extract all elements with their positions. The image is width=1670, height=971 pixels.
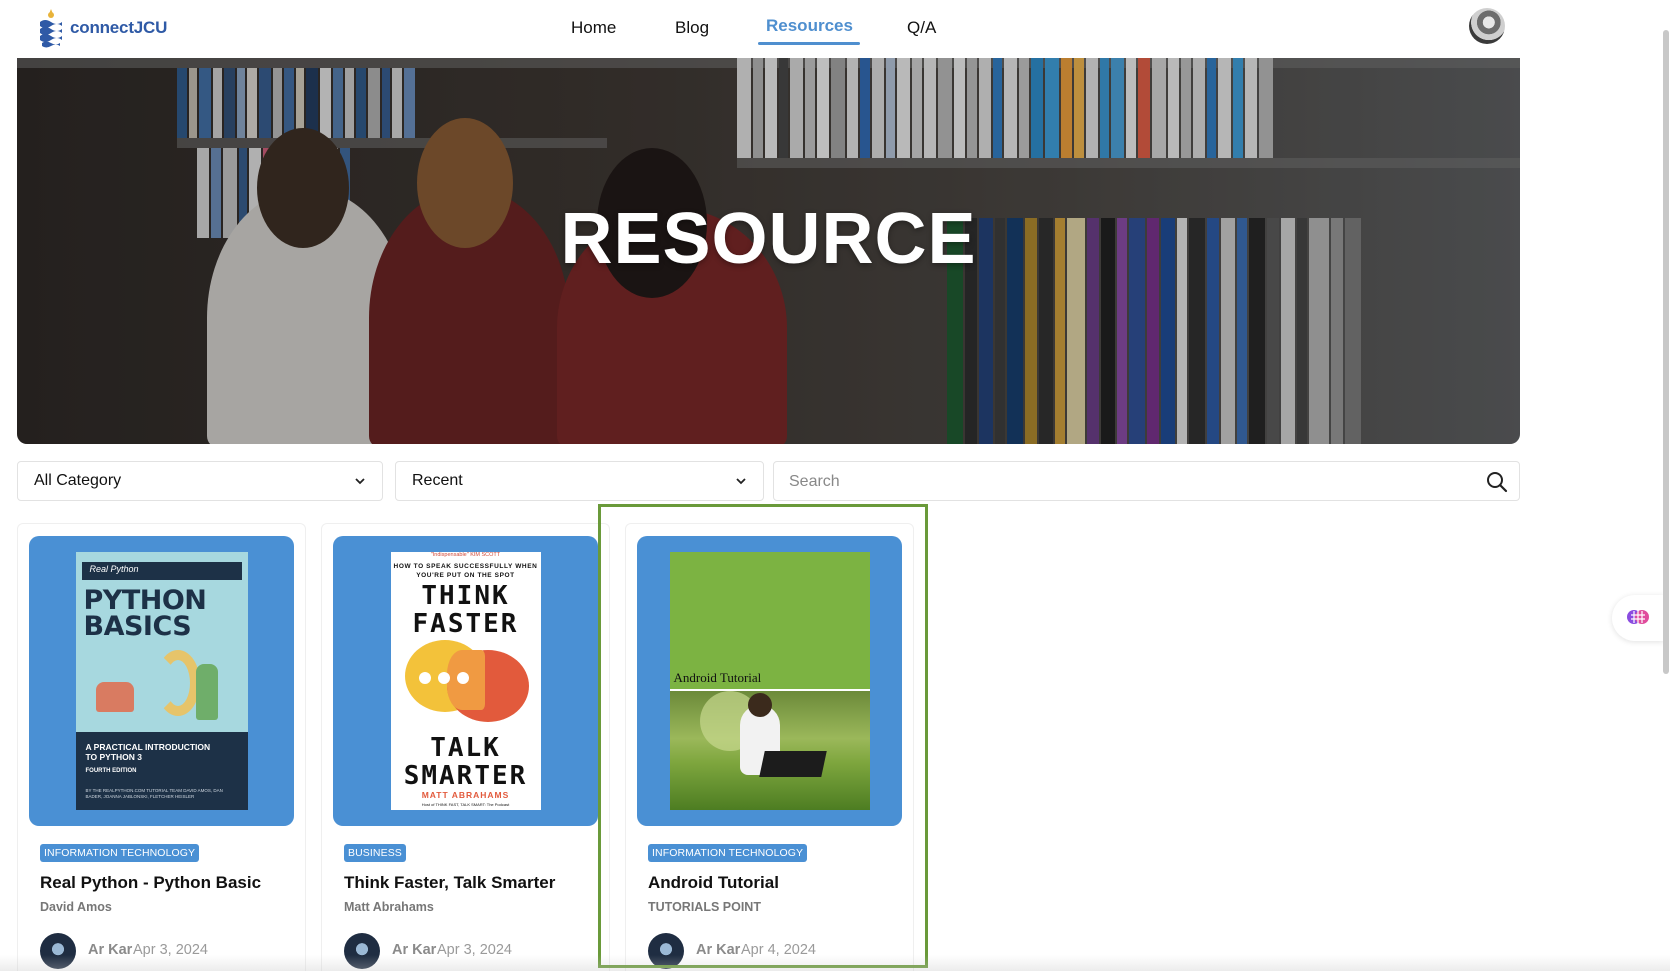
- sort-select-value: Recent: [412, 472, 463, 489]
- resource-card[interactable]: "Indispensable" KIM SCOTT HOW TO SPEAK S…: [321, 523, 610, 971]
- page-scrollbar[interactable]: [1663, 30, 1669, 674]
- cover-subtitle: HOW TO SPEAK SUCCESSFULLY WHEN YOU'RE PU…: [393, 563, 538, 579]
- resource-card[interactable]: Real Python PYTHON BASICS A PRACTICAL IN…: [17, 523, 306, 971]
- card-title[interactable]: Real Python - Python Basic: [40, 873, 261, 893]
- nav-blog[interactable]: Blog: [675, 18, 709, 38]
- search-icon[interactable]: [1485, 470, 1509, 494]
- chevron-down-icon: [355, 478, 365, 485]
- card-cover[interactable]: "Indispensable" KIM SCOTT HOW TO SPEAK S…: [333, 536, 598, 826]
- hero-banner: RESOURCE: [17, 58, 1520, 444]
- card-author: David Amos: [40, 900, 112, 914]
- cover-art: [437, 672, 450, 684]
- search-input[interactable]: [789, 471, 1439, 493]
- card-cover[interactable]: Real Python PYTHON BASICS A PRACTICAL IN…: [29, 536, 294, 826]
- nav-qa[interactable]: Q/A: [907, 18, 936, 38]
- resource-card[interactable]: Android Tutorial INFORMATION TECHNOLOGY …: [625, 523, 914, 971]
- cover-title-top: THINK FASTER: [412, 581, 519, 639]
- top-navbar: connectJCU Home Blog Resources Q/A: [0, 0, 1670, 58]
- cover-art: [95, 682, 134, 712]
- category-badge: BUSINESS: [344, 844, 406, 862]
- category-select-value: All Category: [34, 472, 122, 489]
- book-cover-image: Real Python PYTHON BASICS A PRACTICAL IN…: [75, 552, 248, 810]
- hero-title: RESOURCE: [560, 199, 977, 279]
- jcu-waves-logo-icon: [40, 9, 62, 48]
- user-avatar-icon[interactable]: [1469, 8, 1505, 44]
- cover-art: [418, 672, 431, 684]
- cover-art: [195, 664, 218, 720]
- cover-art: [456, 672, 469, 684]
- nav-home[interactable]: Home: [571, 18, 616, 38]
- active-nav-indicator: [758, 42, 860, 45]
- brain-icon: [1627, 610, 1649, 624]
- cover-art: [155, 650, 200, 716]
- cover-brand-bar: Real Python: [81, 562, 242, 580]
- cover-credits: BY THE REALPYTHON.COM TUTORIAL TEAM DAVI…: [85, 788, 223, 799]
- assistant-button[interactable]: [1612, 595, 1664, 641]
- category-badge: INFORMATION TECHNOLOGY: [40, 844, 200, 862]
- cover-title: PYTHON BASICS: [83, 585, 207, 642]
- cover-edition: FOURTH EDITION: [85, 768, 137, 774]
- cover-author: MATT ABRAHAMS: [421, 790, 510, 800]
- cover-host: Host of THINK FAST, TALK SMART: The Podc…: [421, 802, 510, 807]
- book-cover-image: "Indispensable" KIM SCOTT HOW TO SPEAK S…: [390, 552, 541, 810]
- book-cover-image: Android Tutorial: [669, 552, 870, 810]
- chevron-down-icon: [736, 478, 746, 485]
- search-box: [773, 461, 1520, 501]
- bottom-fade: [0, 955, 1670, 971]
- category-badge: INFORMATION TECHNOLOGY: [648, 844, 808, 862]
- site-logo[interactable]: connectJCU: [38, 8, 167, 48]
- cover-blurb: "Indispensable" KIM SCOTT: [430, 552, 501, 558]
- sort-select[interactable]: Recent: [395, 461, 764, 501]
- cover-bottom: A PRACTICAL INTRODUCTION TO PYTHON 3 FOU…: [75, 732, 248, 810]
- card-author: TUTORIALS POINT: [648, 900, 761, 914]
- card-title[interactable]: Think Faster, Talk Smarter: [344, 873, 555, 893]
- card-author: Matt Abrahams: [344, 900, 434, 914]
- card-title[interactable]: Android Tutorial: [648, 873, 779, 893]
- logo-text: connectJCU: [70, 18, 168, 37]
- cover-subtitle: A PRACTICAL INTRODUCTION TO PYTHON 3: [85, 742, 211, 762]
- cover-photo: [669, 689, 870, 810]
- cover-label: Android Tutorial: [673, 670, 762, 685]
- category-select[interactable]: All Category: [17, 461, 383, 501]
- nav-resources[interactable]: Resources: [766, 16, 853, 36]
- cover-brand: Real Python: [89, 564, 139, 574]
- cover-title-bottom: TALK SMARTER: [403, 733, 528, 791]
- card-cover[interactable]: Android Tutorial: [637, 536, 902, 826]
